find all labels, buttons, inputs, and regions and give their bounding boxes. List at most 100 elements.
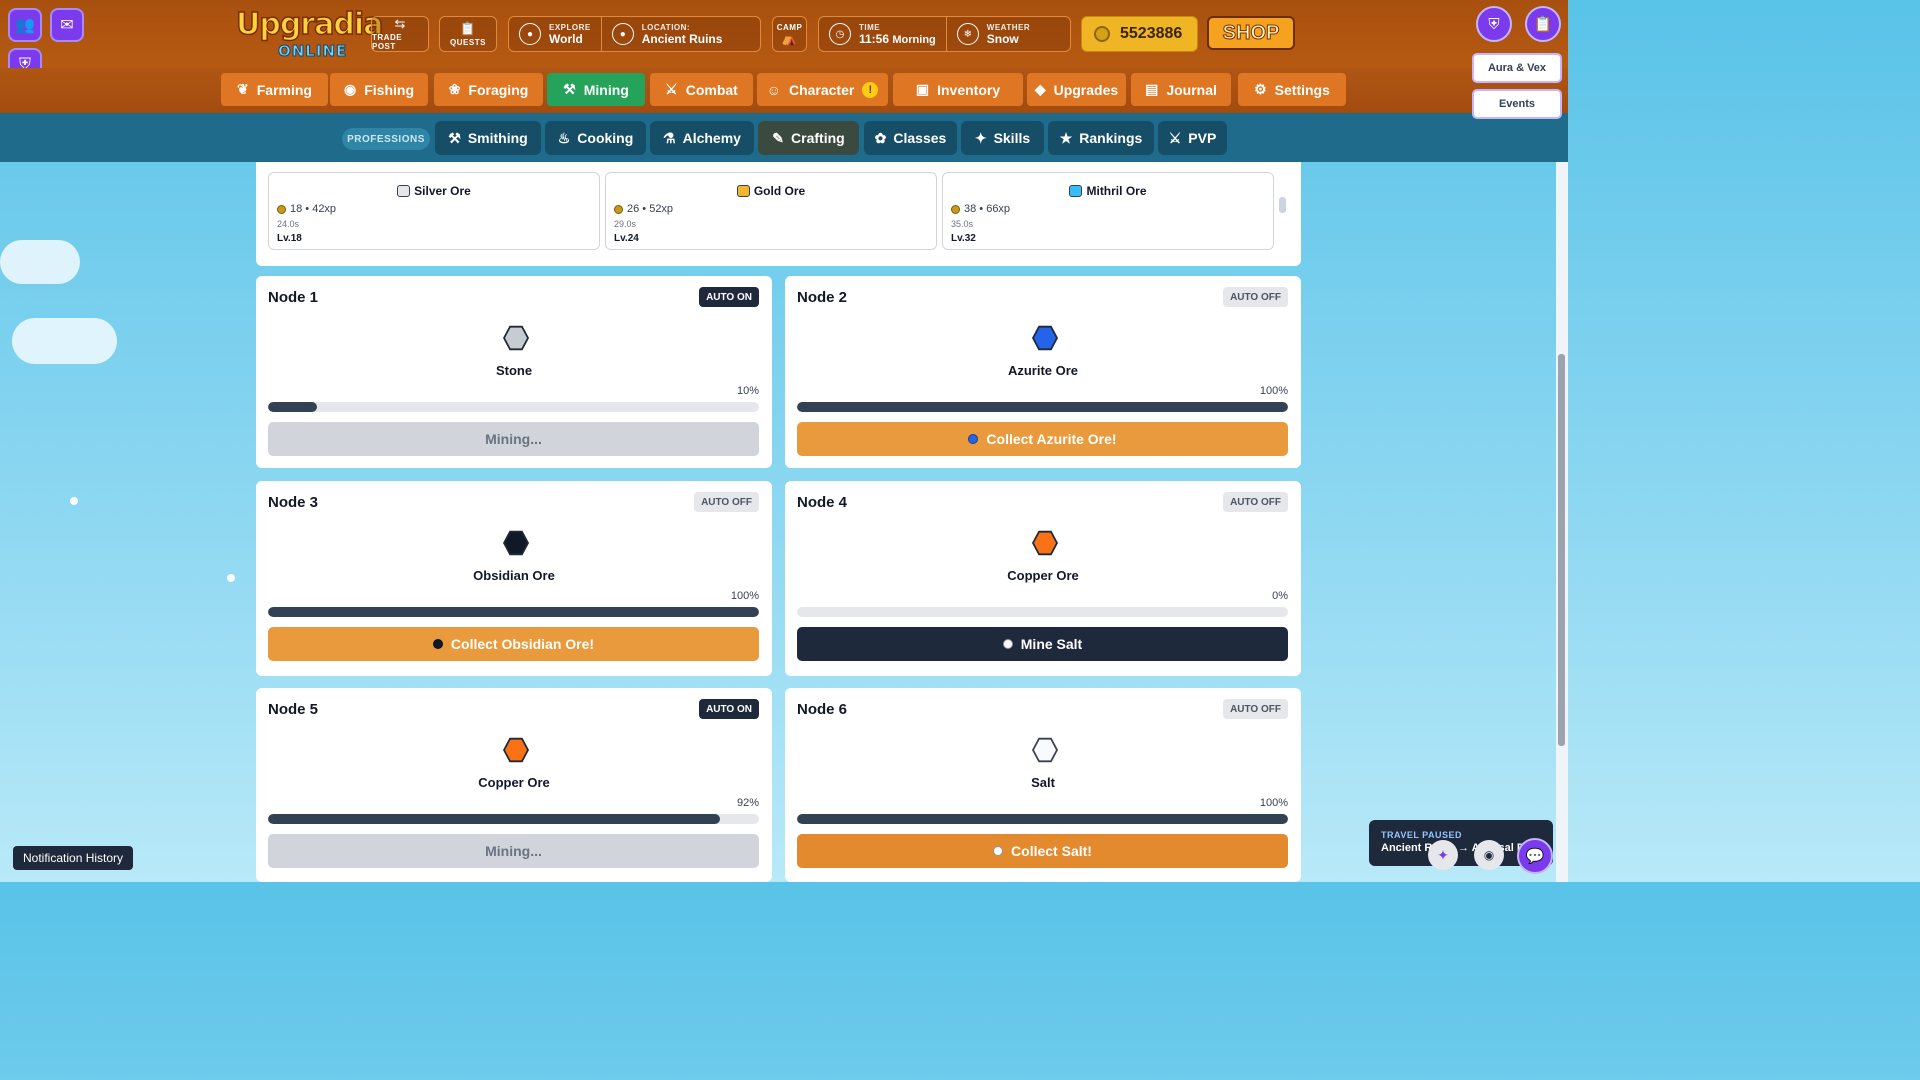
map-pin-icon: ● [519,23,541,45]
node-progress-bar [797,607,1288,617]
chat-icon[interactable]: 💬 [1517,838,1553,874]
clipboard-icon[interactable]: 📋 [1525,6,1561,42]
ore-card[interactable]: Gold Ore 26 • 52xp 29.0s Lv.24 [605,172,937,250]
tent-icon: ⛺ [781,30,798,46]
node-progress-percent: 0% [1272,590,1288,602]
action-label: Collect Azurite Ore! [986,431,1117,447]
mining-node: Node 2 AUTO OFF Azurite Ore 100% Collect Azu… [785,276,1301,468]
nav-mining[interactable]: ⚒ Mining [547,73,645,106]
sword-icon: ⚔ [1168,129,1182,146]
cloud [12,318,117,364]
prof-skills[interactable]: ✦ Skills [961,121,1044,155]
prof-label: Rankings [1079,130,1143,146]
node-progress-percent: 92% [736,797,759,809]
node-ore-name: Salt [1031,775,1055,790]
events-button[interactable]: Events [1472,89,1562,119]
mail-icon[interactable]: ✉ [50,8,84,42]
auto-toggle[interactable]: AUTO ON [699,287,759,307]
prof-cooking[interactable]: ♨ Cooking [545,121,646,155]
gem-icon: ◆ [1034,81,1046,97]
swords-icon: ⚔ [665,81,678,97]
nav-combat[interactable]: ⚔ Combat [650,73,753,106]
prof-label: Skills [993,130,1031,146]
shield-icon[interactable]: ⛨ [1476,6,1512,42]
prof-crafting[interactable]: ✎ Crafting [758,121,859,155]
ore-dot-icon [993,846,1004,856]
nav-journal[interactable]: ▤ Journal [1131,73,1231,106]
explore-segment[interactable]: ● EXPLORE World [509,17,601,51]
nav-label: Foraging [468,81,529,98]
ore-name: Gold Ore [753,184,806,198]
nav-farming[interactable]: ❦ Farming [221,73,328,106]
quests-button[interactable]: 📋 QUESTS [439,16,497,52]
explore-location-box[interactable]: ● EXPLORE World ● LOCATION: Ancient Ruin… [508,16,761,52]
trophy-icon: ★ [1059,129,1073,146]
ore-gem-icon [503,325,529,351]
camp-button[interactable]: CAMP ⛺ [772,16,807,52]
page-scrollbar[interactable] [1556,162,1568,882]
swap-arrows-icon: ⇆ [394,16,406,31]
ore-time: 24.0s [277,219,300,229]
auto-toggle[interactable]: AUTO OFF [1223,492,1288,512]
node-action-button[interactable]: Collect Salt! [797,834,1288,868]
snowflake [227,574,235,582]
ore-dot-icon [968,434,979,444]
ore-card[interactable]: Mithril Ore 38 • 66xp 35.0s Lv.32 [942,172,1274,250]
time-segment: ◷ TIME 11:56 Morning [819,17,946,51]
node-action-button[interactable]: Mine Salt [797,627,1288,661]
progress-fill [268,607,759,617]
node-progress-percent: 100% [1259,385,1288,397]
node-action-button: Mining... [268,422,759,456]
sparkles-icon: ✦ [974,129,987,146]
ore-dot-icon [432,639,443,649]
auto-toggle[interactable]: AUTO ON [699,699,759,719]
nav-inventory[interactable]: ▣ Inventory [893,73,1023,106]
nav-label: Farming [256,81,312,98]
top-bar: 👥 ✉ ⛨ Upgradia ONLINE ⇆ TRADE POST 📋 QUE… [0,0,1568,82]
leaf-icon: ❀ [448,81,461,97]
progress-fill [797,402,1288,412]
trade-post-button[interactable]: ⇆ TRADE POST [371,16,429,52]
scrollbar-thumb[interactable] [1558,354,1565,746]
nav-character[interactable]: ☺ Character! [757,73,888,106]
auto-toggle[interactable]: AUTO OFF [1223,699,1288,719]
prof-smithing[interactable]: ⚒ Smithing [435,121,541,155]
notification-history-button[interactable]: Notification History [13,846,134,870]
prof-alchemy[interactable]: ⚗ Alchemy [650,121,754,155]
nav-foraging[interactable]: ❀ Foraging [434,73,543,106]
coin-icon [614,204,623,214]
action-label: Mining... [485,843,542,859]
ore-stats: 38 • 66xp [964,203,1011,215]
node-action-button[interactable]: Collect Obsidian Ore! [268,627,759,661]
snowflake [70,497,78,505]
nav-fishing[interactable]: ◉ Fishing [330,73,428,106]
node-action-button[interactable]: Collect Azurite Ore! [797,422,1288,456]
coin-icon [277,204,286,214]
prof-pvp[interactable]: ⚔ PVP [1158,121,1227,155]
flask-icon: ⚗ [663,129,676,146]
auto-toggle[interactable]: AUTO OFF [694,492,759,512]
sparkles-icon[interactable]: ✦ [1428,840,1458,870]
nav-settings[interactable]: ⚙ Settings [1238,73,1346,106]
progress-fill [268,814,720,824]
ore-name: Silver Ore [414,184,471,198]
chef-hat-icon: ♨ [557,129,571,146]
ore-card[interactable]: Silver Ore 18 • 42xp 24.0s Lv.18 [268,172,600,250]
aura-vex-button[interactable]: Aura & Vex [1472,53,1562,83]
gear-icon: ⚙ [1254,81,1267,97]
location-segment[interactable]: ● LOCATION: Ancient Ruins [600,17,733,51]
node-title: Node 4 [797,494,848,511]
shop-button[interactable]: SHOP [1207,16,1295,50]
nav-upgrades[interactable]: ◆ Upgrades [1027,73,1126,106]
friends-icon[interactable]: 👥 [8,8,42,42]
clock-icon: ◷ [829,23,851,45]
prof-classes[interactable]: ✿ Classes [864,121,957,155]
ore-list-panel: Silver Ore 18 • 42xp 24.0s Lv.18 Gold Ore 26 … [256,162,1301,266]
gold-coin-icon [1094,26,1110,42]
node-ore-name: Copper Ore [478,775,550,790]
avatar[interactable]: ◉ [1474,840,1504,870]
prof-rankings[interactable]: ★ Rankings [1048,121,1154,155]
node-title: Node 5 [268,701,319,718]
auto-toggle[interactable]: AUTO OFF [1223,287,1288,307]
ore-list-scrollbar[interactable] [1279,197,1286,213]
